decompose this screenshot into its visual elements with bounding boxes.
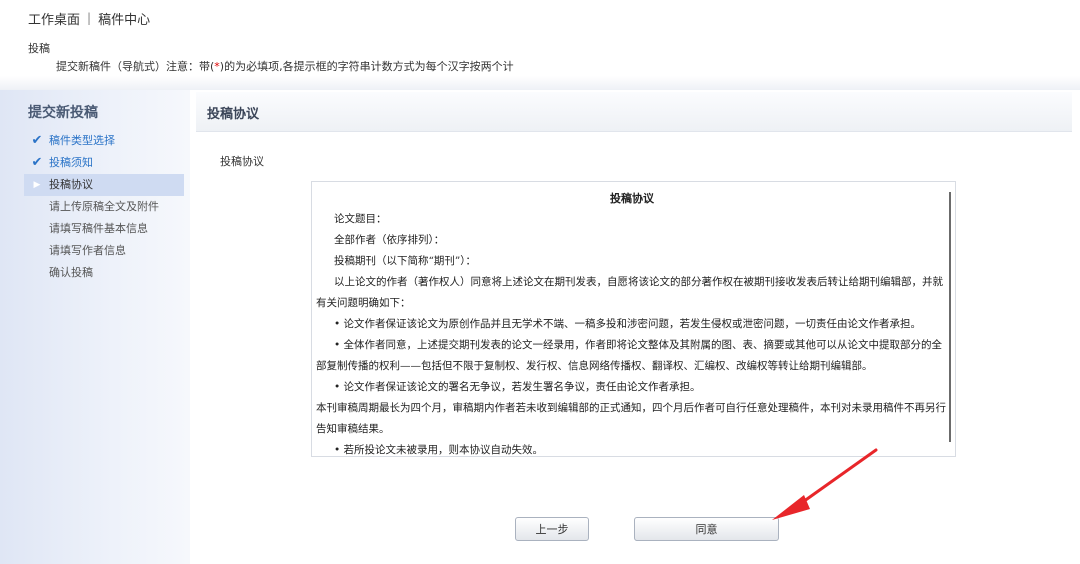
agreement-clause-copyright: • 全体作者同意，上述提交期刊发表的论文一经录用，作者即将论文整体及其附属的图、…	[316, 339, 943, 372]
step-basic-info[interactable]: 请填写稿件基本信息	[24, 218, 184, 240]
agreement-review-period: 本刊审稿周期最长为四个月，审稿期内作者若未收到编辑部的正式通知，四个月后作者可自…	[316, 402, 946, 435]
subsection-title: 投稿协议	[220, 155, 264, 168]
previous-step-button[interactable]: 上一步	[515, 517, 589, 541]
step-agreement[interactable]: ▶ 投稿协议	[24, 174, 184, 196]
triangle-right-icon: ▶	[33, 180, 41, 190]
agreement-document: 投稿协议 论文题目： 全部作者（依序排列）： 投稿期刊（以下简称“期刊”）： 以…	[316, 188, 948, 456]
notice-title: 投稿	[28, 42, 50, 55]
step-list: ✔ 稿件类型选择 ✔ 投稿须知 ▶ 投稿协议 请上传原稿全文及附件 请填写稿件基…	[24, 130, 184, 284]
breadcrumb-separator: |	[87, 11, 92, 25]
section-header: 投稿协议	[196, 92, 1072, 132]
agreement-authors: 全部作者（依序排列）：	[334, 234, 445, 246]
notice-suffix: )的为必填项,各提示框的字符串计数方式为每个汉字按两个计	[219, 60, 514, 73]
step-upload-files[interactable]: 请上传原稿全文及附件	[24, 196, 184, 218]
agreement-journal: 投稿期刊（以下简称“期刊”）：	[334, 255, 476, 267]
sidebar-title: 提交新投稿	[28, 105, 98, 121]
agreement-clause-authorship: • 论文作者保证该论文的署名无争议，若发生署名争议，责任由论文作者承担。	[334, 381, 701, 393]
agreement-clause-originality: • 论文作者保证该论文为原创作品并且无学术不端、一稿多投和涉密问题，若发生侵权或…	[334, 318, 922, 330]
step-label: 请填写稿件基本信息	[49, 222, 148, 235]
section-title: 投稿协议	[207, 107, 260, 122]
agreement-paper-title: 论文题目：	[334, 213, 387, 225]
agreement-box[interactable]: 投稿协议 论文题目： 全部作者（依序排列）： 投稿期刊（以下简称“期刊”）： 以…	[311, 181, 956, 457]
notice-area: 投稿 提交新稿件（导航式）注意：带(*)的为必填项,各提示框的字符串计数方式为每…	[0, 36, 1080, 76]
agree-button[interactable]: 同意	[634, 517, 779, 541]
workspace-link[interactable]: 工作桌面	[28, 9, 80, 28]
subsection-header: 投稿协议	[196, 148, 1072, 174]
checkmark-icon: ✔	[31, 133, 43, 148]
step-confirm[interactable]: 确认投稿	[24, 262, 184, 284]
red-arrow-annotation	[772, 448, 878, 520]
checkmark-icon: ✔	[31, 155, 43, 170]
notice-text: 提交新稿件（导航式）注意：带(*)的为必填项,各提示框的字符串计数方式为每个汉字…	[56, 58, 514, 74]
step-manuscript-type[interactable]: ✔ 稿件类型选择	[24, 130, 184, 152]
step-label: 确认投稿	[49, 266, 93, 279]
step-label: 请上传原稿全文及附件	[49, 200, 159, 213]
step-author-info[interactable]: 请填写作者信息	[24, 240, 184, 262]
agreement-title: 投稿协议	[610, 192, 654, 205]
step-submission-notes[interactable]: ✔ 投稿须知	[24, 152, 184, 174]
step-label: 投稿协议	[49, 178, 93, 191]
divider-band	[0, 76, 1080, 90]
agreement-scrollbar[interactable]	[949, 192, 951, 442]
step-label: 稿件类型选择	[49, 134, 115, 147]
manuscript-center-link[interactable]: 稿件中心	[98, 9, 150, 28]
notice-prefix: 提交新稿件（导航式）注意：带(	[56, 60, 215, 73]
agreement-intro: 以上论文的作者（著作权人）同意将上述论文在期刊发表，自愿将该论文的部分著作权在被…	[316, 276, 943, 309]
top-bar: 工作桌面 | 稿件中心	[0, 0, 1080, 36]
sidebar: 提交新投稿 ✔ 稿件类型选择 ✔ 投稿须知 ▶ 投稿协议 请上传原稿全文及附件 …	[0, 90, 190, 564]
step-label: 请填写作者信息	[49, 244, 126, 257]
step-label: 投稿须知	[49, 156, 93, 169]
